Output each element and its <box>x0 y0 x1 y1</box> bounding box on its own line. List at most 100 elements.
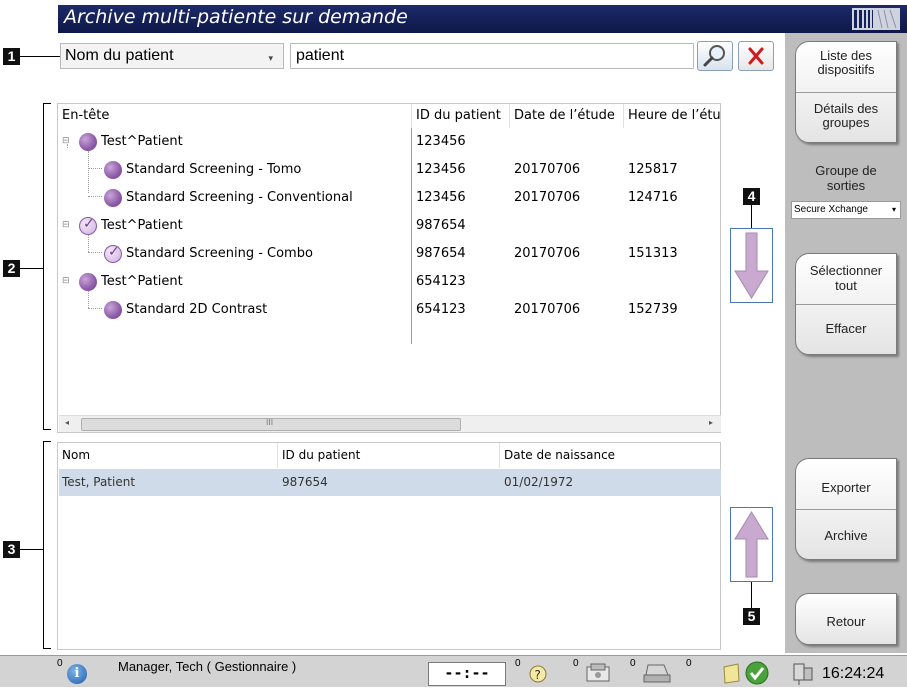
clear-search-button[interactable] <box>738 41 774 71</box>
study-row-name: Standard Screening - Tomo <box>126 162 302 177</box>
study-row-id: 123456 <box>416 134 466 149</box>
column-header-study-date[interactable]: Date de l’étude <box>510 104 624 128</box>
callout-3: 3 <box>3 541 20 558</box>
collapse-icon[interactable]: ⊟ <box>62 276 70 286</box>
study-row[interactable]: Standard Screening - Combo 987654 201707… <box>58 240 720 268</box>
study-status-icon <box>104 161 122 179</box>
output-group-label: Groupe de sorties <box>785 163 907 193</box>
horizontal-scrollbar[interactable]: ◂ III ▸ <box>59 415 721 432</box>
study-row[interactable]: ⊟ Test^Patient 123456 <box>58 128 720 156</box>
callout-4: 4 <box>743 188 760 205</box>
column-header-birth-date[interactable]: Date de naissance <box>500 443 720 468</box>
patient-status-icon <box>79 133 97 151</box>
collapse-icon[interactable]: ⊟ <box>62 136 70 146</box>
column-header-header[interactable]: En-tête <box>58 104 412 128</box>
archive-button[interactable]: Archive <box>796 510 896 559</box>
selected-check-icon <box>104 244 122 263</box>
patient-row-dob: 01/02/1972 <box>504 475 574 489</box>
callout-4-line <box>751 205 752 229</box>
help-count: 0 <box>515 658 521 669</box>
callout-1-line <box>20 56 60 57</box>
study-row-time: 152739 <box>628 302 678 317</box>
patients-table[interactable]: Nom ID du patient Date de naissance Test… <box>57 442 721 650</box>
study-row[interactable]: Standard 2D Contrast 654123 20170706 152… <box>58 296 720 324</box>
chevron-down-icon: ▾ <box>268 53 273 63</box>
callout-2-line <box>20 268 43 269</box>
side-panel: Liste des dispositifs Détails des groupe… <box>785 33 907 653</box>
callout-5-line <box>751 582 752 608</box>
scroll-right-icon[interactable]: ▸ <box>709 418 713 427</box>
column-header-patient-id[interactable]: ID du patient <box>278 443 500 468</box>
info-icon[interactable]: i <box>67 664 87 684</box>
study-row-id: 123456 <box>416 190 466 205</box>
close-icon <box>748 47 764 65</box>
move-down-button[interactable] <box>730 228 773 303</box>
column-header-patient-id[interactable]: ID du patient <box>412 104 510 128</box>
search-button[interactable] <box>697 41 733 71</box>
arrow-up-icon <box>734 511 769 578</box>
other-count: 0 <box>686 658 692 669</box>
study-row-time: 151313 <box>628 246 678 261</box>
study-row-name: Standard Screening - Combo <box>126 246 313 261</box>
media-count: 0 <box>573 658 579 669</box>
search-icon <box>703 45 725 67</box>
scrollbar-thumb[interactable]: III <box>81 418 461 431</box>
help-icon[interactable]: ? <box>528 662 548 689</box>
study-row-id: 654123 <box>416 274 466 289</box>
selection-button-group: Sélectionner tout Effacer <box>795 253 897 355</box>
current-user[interactable]: Manager, Tech ( Gestionnaire ) <box>118 659 296 674</box>
study-row[interactable]: Standard Screening - Conventional 123456… <box>58 184 720 212</box>
study-row[interactable]: ⊟ Test^Patient 987654 <box>58 212 720 240</box>
output-group-value: Secure Xchange <box>794 204 868 215</box>
back-label: Retour <box>826 614 866 629</box>
export-label: Exporter <box>821 480 871 495</box>
patient-status-icon <box>79 273 97 291</box>
print-count: 0 <box>630 658 636 669</box>
chevron-down-icon: ▾ <box>891 205 896 214</box>
archive-label: Archive <box>824 528 868 543</box>
export-button-group: Exporter Archive <box>795 458 897 560</box>
select-all-label: Sélectionner tout <box>809 263 883 293</box>
back-button[interactable]: Retour <box>795 593 897 645</box>
exposure-timer: --:-- <box>428 662 506 686</box>
output-group-text: Groupe de sorties <box>815 163 877 193</box>
svg-text:?: ? <box>535 668 541 682</box>
study-row-id: 987654 <box>416 218 466 233</box>
collapse-icon[interactable]: ⊟ <box>62 220 70 230</box>
media-icon[interactable] <box>584 661 614 690</box>
select-all-button[interactable]: Sélectionner tout <box>796 254 896 304</box>
study-row[interactable]: Standard Screening - Tomo 123456 2017070… <box>58 156 720 184</box>
search-field-value: Nom du patient <box>65 47 174 64</box>
page-title: Archive multi-patiente sur demande <box>64 6 408 28</box>
column-header-study-time[interactable]: Heure de l’étud <box>624 104 720 128</box>
bracket-patients-bottom <box>43 648 51 649</box>
move-up-button[interactable] <box>730 507 773 582</box>
clock: 16:24:24 <box>822 665 885 682</box>
bracket-studies-bottom <box>43 429 51 430</box>
study-row-time: 124716 <box>628 190 678 205</box>
group-details-button[interactable]: Détails des groupes <box>796 93 896 142</box>
study-row-id: 123456 <box>416 162 466 177</box>
studies-table[interactable]: En-tête ID du patient Date de l’étude He… <box>57 103 721 433</box>
study-status-icon <box>104 301 122 319</box>
patient-row[interactable]: Test, Patient 987654 01/02/1972 <box>59 469 721 496</box>
status-ok-icon[interactable] <box>744 660 770 691</box>
network-icon[interactable] <box>792 660 814 691</box>
search-input[interactable]: patient <box>290 43 694 69</box>
study-row[interactable]: ⊟ Test^Patient 654123 <box>58 268 720 296</box>
clear-selection-button[interactable]: Effacer <box>796 305 896 354</box>
scroll-left-icon[interactable]: ◂ <box>65 418 69 427</box>
arrow-down-icon <box>734 232 769 299</box>
callout-3-line <box>20 549 43 550</box>
study-row-date: 20170706 <box>514 190 581 205</box>
hologic-logo-icon <box>852 8 900 30</box>
export-button[interactable]: Exporter <box>796 459 896 509</box>
device-list-button[interactable]: Liste des dispositifs <box>796 42 896 92</box>
column-header-name[interactable]: Nom <box>58 443 278 468</box>
search-field-select[interactable]: Nom du patient ▾ <box>60 43 284 69</box>
study-status-icon <box>104 189 122 207</box>
patient-row-name: Test, Patient <box>62 475 136 489</box>
notes-icon[interactable] <box>720 661 742 690</box>
printer-icon[interactable] <box>642 661 672 690</box>
output-group-select[interactable]: Secure Xchange ▾ <box>791 201 901 219</box>
